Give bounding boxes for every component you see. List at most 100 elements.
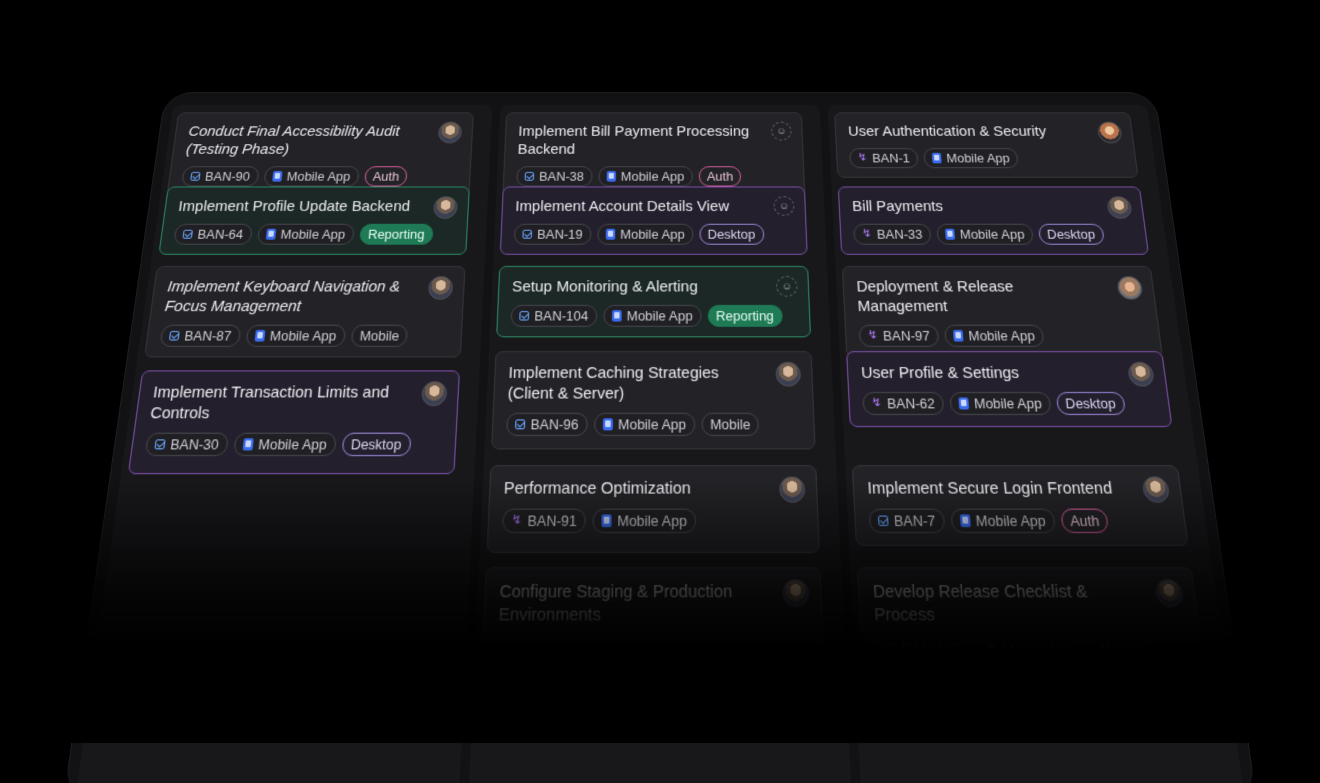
task-card[interactable]: Implement Caching Strategies (Client & S… bbox=[491, 351, 816, 450]
lightning-icon: ↯ bbox=[861, 227, 872, 240]
task-card[interactable]: Develop Release Checklist & Process BAN-1… bbox=[856, 567, 1207, 676]
label-tag[interactable]: Mobile bbox=[701, 412, 760, 436]
project-tag[interactable]: Mobile App bbox=[975, 636, 1086, 663]
card-tags: BAN-7 Mobile App Auth bbox=[868, 508, 1173, 534]
lightning-icon: ↯ bbox=[867, 328, 878, 342]
checkbox-icon bbox=[524, 171, 535, 181]
project-tag[interactable]: Mobile App bbox=[949, 391, 1052, 415]
issue-id-tag[interactable]: BAN-38 bbox=[516, 166, 593, 187]
project-name: Mobile App bbox=[626, 308, 693, 324]
label-tag[interactable]: Auth bbox=[1059, 508, 1110, 534]
project-tag[interactable]: Mobile App bbox=[936, 223, 1034, 245]
project-tag[interactable]: Mobile App bbox=[597, 223, 694, 245]
task-card[interactable]: User Authentication & Security ↯ BAN-1 Mobi… bbox=[834, 112, 1139, 178]
mobile-app-icon bbox=[605, 228, 616, 240]
label-tag[interactable]: Desktop bbox=[341, 432, 412, 457]
project-name: Mobile App bbox=[945, 151, 1011, 165]
project-tag[interactable]: Mobile App bbox=[592, 508, 696, 534]
issue-id-tag[interactable]: ↯ BAN-62 bbox=[862, 391, 945, 415]
unassigned-user-icon[interactable]: ☺ bbox=[770, 121, 792, 141]
label-tag[interactable]: Reporting bbox=[707, 304, 783, 327]
stage: Conduct Final Accessibility Audit (Testi… bbox=[0, 0, 1320, 783]
mobile-app-icon bbox=[952, 329, 964, 342]
issue-id-tag[interactable]: BAN-104 bbox=[510, 304, 598, 327]
label-tag[interactable]: Desktop bbox=[1055, 391, 1126, 415]
issue-id: BAN-33 bbox=[876, 227, 923, 242]
mobile-app-icon bbox=[271, 171, 283, 182]
task-card[interactable]: Configure Staging & Production Environme… bbox=[481, 567, 825, 665]
task-card[interactable]: Implement Secure Login Frontend BAN-7 Mobi… bbox=[851, 465, 1189, 546]
issue-id-tag[interactable]: BAN-90 bbox=[181, 166, 260, 187]
checkbox-icon bbox=[190, 171, 201, 181]
project-tag[interactable]: Mobile App bbox=[603, 304, 702, 327]
card-tags: ↯ BAN-33 Mobile App Desktop bbox=[853, 223, 1134, 245]
card-tags: BAN-90 Mobile App Auth bbox=[181, 166, 458, 187]
mobile-app-icon bbox=[944, 228, 956, 240]
project-tag[interactable]: Mobile App bbox=[232, 432, 337, 457]
task-card[interactable]: Implement Profile Update Backend BAN-64 Mo… bbox=[158, 186, 470, 255]
issue-id-tag[interactable]: ↯ BAN-1 bbox=[849, 148, 919, 169]
assignee-avatar[interactable] bbox=[775, 361, 802, 387]
label-tag[interactable]: Desktop bbox=[699, 223, 764, 245]
issue-id-tag[interactable]: BAN-96 bbox=[505, 412, 588, 436]
issue-id: BAN-64 bbox=[196, 227, 245, 242]
project-tag[interactable]: Mobile App bbox=[245, 324, 346, 347]
project-name: Mobile App bbox=[286, 169, 351, 184]
project-tag[interactable]: Mobile App bbox=[598, 166, 693, 187]
project-name: Mobile App bbox=[620, 169, 685, 184]
issue-id-tag[interactable]: BAN-30 bbox=[144, 432, 229, 457]
card-tags: BAN-64 Mobile App Reporting bbox=[173, 223, 454, 245]
mobile-app-icon bbox=[959, 514, 971, 528]
issue-id-tag[interactable]: BAN-103 bbox=[875, 636, 972, 663]
task-card[interactable]: Setup Monitoring & Alerting ☺ BAN-104 Mobil… bbox=[496, 265, 812, 338]
card-tags: BAN-96 Mobile App Mobile bbox=[505, 412, 801, 436]
issue-id-tag[interactable]: ↯ BAN-91 bbox=[502, 508, 587, 534]
task-card[interactable]: Implement Keyboard Navigation & Focus Ma… bbox=[143, 265, 466, 358]
label-tag[interactable]: Auth bbox=[363, 166, 409, 187]
unassigned-user-icon[interactable]: ☺ bbox=[773, 196, 795, 216]
task-card[interactable]: Bill Payments ↯ BAN-33 Mobile App Desktop bbox=[837, 186, 1150, 255]
project-tag[interactable]: Mobile App bbox=[263, 166, 360, 187]
issue-id-tag[interactable]: BAN-19 bbox=[513, 223, 592, 245]
project-tag[interactable]: Mobile App bbox=[256, 223, 355, 245]
issue-id-tag[interactable]: ↯ BAN-33 bbox=[853, 223, 932, 245]
label-tag[interactable]: Mobile bbox=[350, 324, 409, 347]
project-tag[interactable]: Mobile App bbox=[593, 412, 695, 436]
card-title: Implement Account Details View bbox=[514, 199, 730, 215]
card-tags: BAN-87 Mobile App Mobile bbox=[159, 324, 448, 347]
project-tag[interactable]: Mobile App bbox=[950, 508, 1056, 534]
task-card[interactable]: Deployment & Release Management ↯ BAN-97 Mo… bbox=[841, 265, 1164, 358]
mobile-app-icon bbox=[265, 228, 277, 240]
task-card[interactable]: Implement Account Details View ☺ BAN-19 Mob… bbox=[499, 186, 808, 255]
issue-id-tag[interactable]: BAN-87 bbox=[159, 324, 242, 347]
label-tag[interactable]: Reporting bbox=[358, 223, 434, 245]
assignee-avatar[interactable] bbox=[778, 476, 806, 503]
task-card[interactable]: Implement Transaction Limits and Control… bbox=[127, 370, 461, 475]
project-name: Mobile App bbox=[1001, 640, 1076, 659]
assignee-avatar[interactable] bbox=[782, 579, 810, 607]
card-title: Implement Transaction Limits and Control… bbox=[149, 384, 390, 423]
mobile-app-icon bbox=[242, 438, 254, 451]
label-tag[interactable]: Mobile bbox=[1089, 636, 1154, 663]
checkbox-icon bbox=[154, 439, 166, 450]
unassigned-user-icon[interactable]: ☺ bbox=[775, 276, 798, 297]
project-tag[interactable]: Mobile App bbox=[923, 148, 1019, 169]
checkbox-icon bbox=[522, 229, 533, 239]
card-title: Performance Optimization bbox=[503, 479, 691, 499]
label-tag[interactable]: Auth bbox=[698, 166, 742, 187]
task-card[interactable]: User Profile & Settings ↯ BAN-62 Mobile App… bbox=[846, 351, 1173, 428]
task-card[interactable]: Implement Bill Payment Processing Backen… bbox=[502, 112, 806, 197]
label-tag[interactable]: Desktop bbox=[1037, 223, 1105, 245]
board-column-1: Conduct Final Accessibility Audit (Testi… bbox=[75, 104, 493, 783]
mobile-app-icon bbox=[611, 310, 622, 322]
issue-id-tag[interactable]: ↯ BAN-97 bbox=[858, 324, 940, 347]
issue-id-tag[interactable]: BAN-7 bbox=[868, 508, 946, 534]
task-card[interactable]: Conduct Final Accessibility Audit (Testi… bbox=[166, 112, 474, 197]
mobile-app-icon bbox=[602, 418, 613, 431]
issue-id-tag[interactable]: BAN-64 bbox=[173, 223, 253, 245]
project-tag[interactable]: Mobile App bbox=[944, 324, 1045, 347]
mobile-app-icon bbox=[985, 642, 998, 657]
card-tags: BAN-30 Mobile App Desktop bbox=[144, 432, 443, 457]
issue-id: BAN-1 bbox=[871, 151, 911, 165]
task-card[interactable]: Performance Optimization ↯ BAN-91 Mobile Ap… bbox=[486, 465, 820, 554]
